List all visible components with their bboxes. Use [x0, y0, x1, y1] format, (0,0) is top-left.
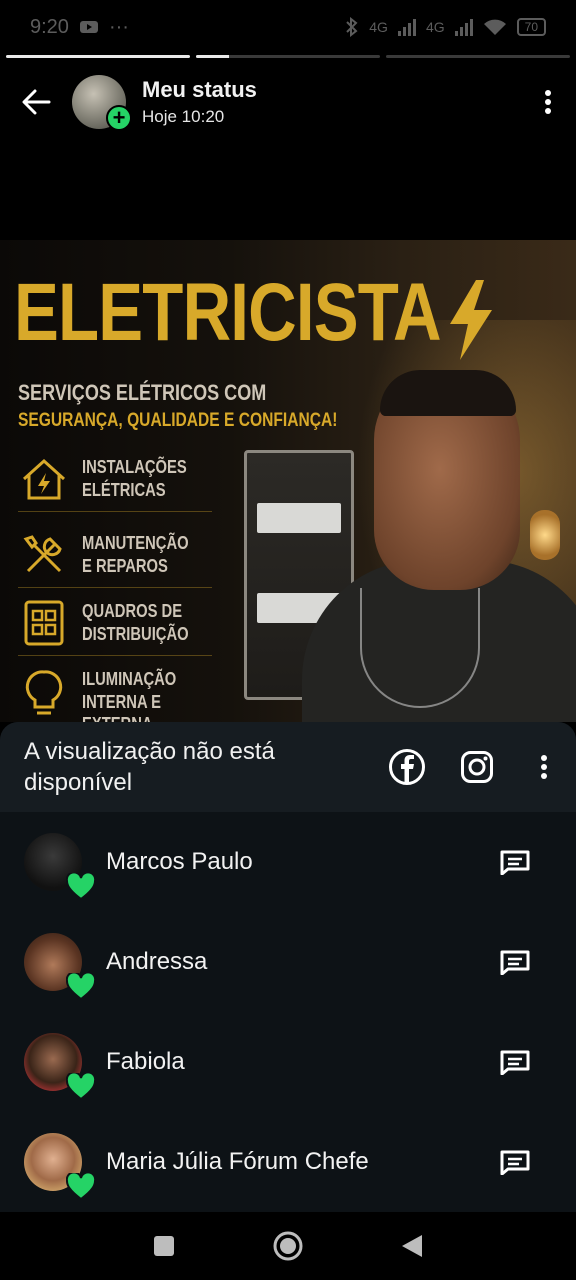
poster-tagline: SEGURANÇA, QUALIDADE E CONFIANÇA! — [18, 410, 338, 431]
navigation-bar — [0, 1212, 576, 1280]
lightning-bolt-icon — [450, 280, 492, 360]
network-type-1: 4G — [369, 19, 388, 35]
more-notifications: ··· — [108, 15, 129, 38]
wifi-icon — [483, 19, 506, 35]
battery-indicator: 70 — [516, 18, 546, 36]
service-item: ILUMINAÇÃOINTERNA EEXTERNA — [18, 664, 212, 722]
viewer-name: Fabiola — [106, 1048, 185, 1075]
youtube-notification-icon — [79, 21, 98, 33]
bluetooth-icon — [346, 17, 358, 37]
service-line: INTERNA E — [82, 691, 162, 712]
signal-icon — [397, 18, 416, 36]
status-header: + Meu status Hoje 10:20 — [0, 70, 576, 134]
person-hair — [380, 370, 516, 416]
tools-icon — [23, 534, 62, 572]
my-avatar[interactable]: + — [72, 75, 132, 131]
green-heart-icon — [66, 1073, 96, 1101]
status-time: Hoje 10:20 — [142, 107, 225, 126]
progress-segment — [386, 55, 570, 58]
back-button[interactable] — [0, 70, 72, 134]
more-vertical-icon — [545, 90, 551, 114]
status-owner: Meu status — [142, 77, 257, 102]
back-nav-button[interactable] — [400, 1233, 424, 1259]
home-button[interactable] — [272, 1230, 304, 1262]
viewer-row[interactable]: Marcos Paulo — [0, 812, 576, 912]
message-icon — [500, 850, 530, 875]
necklace — [360, 588, 480, 708]
story-progress — [6, 55, 570, 58]
progress-segment — [196, 55, 380, 58]
grid-panel-icon — [24, 600, 64, 645]
panel-rail — [257, 503, 341, 533]
service-line: EXTERNA — [82, 713, 176, 722]
green-heart-icon — [66, 873, 96, 901]
more-options-button[interactable] — [520, 70, 576, 134]
lightbulb-icon — [25, 670, 63, 715]
progress-segment — [6, 55, 190, 58]
service-line: QUADROS DE — [82, 601, 183, 621]
service-item: MANUTENÇÃO E REPAROS — [18, 522, 212, 588]
add-status-icon[interactable]: + — [106, 105, 132, 131]
service-line: DISTRIBUIÇÃO — [82, 623, 189, 644]
message-icon — [500, 950, 530, 975]
message-icon — [500, 1150, 530, 1175]
progress-fill — [196, 55, 230, 58]
viewer-row[interactable]: Andressa — [0, 912, 576, 1012]
viewer-name: Marcos Paulo — [106, 848, 253, 875]
message-icon — [500, 1050, 530, 1075]
service-line: ILUMINAÇÃO — [82, 669, 177, 689]
service-item: QUADROS DE DISTRIBUIÇÃO — [18, 590, 212, 656]
network-type-2: 4G — [425, 19, 445, 35]
viewer-row[interactable]: Fabiola — [0, 1012, 576, 1112]
sheet-more-button[interactable] — [512, 737, 576, 797]
instagram-icon — [461, 751, 493, 783]
service-line: E REPAROS — [82, 555, 168, 576]
viewers-sheet: A visualização não está disponível Marco… — [0, 722, 576, 1212]
status-bar: 9:20 ··· 4G 4G 70 — [0, 0, 576, 54]
more-vertical-icon — [541, 755, 547, 779]
viewer-name: Maria Júlia Fórum Chefe — [106, 1148, 369, 1175]
reply-message-button[interactable] — [496, 1043, 534, 1081]
facebook-icon — [389, 749, 425, 785]
green-heart-icon — [66, 1173, 96, 1201]
share-instagram-button[interactable] — [442, 737, 512, 797]
poster-subtitle: SERVIÇOS ELÉTRICOS COM — [18, 380, 267, 405]
viewer-avatar — [24, 1033, 96, 1101]
status-image[interactable]: ELETRICISTA SERVIÇOS ELÉTRICOS COM SEGUR… — [0, 240, 576, 722]
service-line: INSTALAÇÕES — [82, 457, 187, 477]
viewer-avatar — [24, 833, 96, 901]
arrow-left-icon — [22, 89, 51, 115]
clock: 9:20 — [30, 15, 69, 38]
service-line: MANUTENÇÃO — [82, 533, 189, 553]
service-line: ELÉTRICAS — [82, 479, 166, 500]
lamp — [530, 510, 560, 560]
sheet-title: A visualização não está disponível — [24, 737, 275, 796]
recent-apps-button[interactable] — [152, 1234, 176, 1258]
viewer-row[interactable]: Maria Júlia Fórum Chefe — [0, 1112, 576, 1212]
reply-message-button[interactable] — [496, 1143, 534, 1181]
green-heart-icon — [66, 973, 96, 1001]
service-item: INSTALAÇÕES ELÉTRICAS — [18, 446, 212, 512]
progress-fill — [6, 55, 190, 58]
viewer-avatar — [24, 933, 96, 1001]
viewer-name: Andressa — [106, 948, 208, 975]
signal-icon-2 — [454, 18, 473, 36]
poster-title: ELETRICISTA — [14, 267, 442, 358]
reply-message-button[interactable] — [496, 943, 534, 981]
viewer-avatar — [24, 1133, 96, 1201]
house-bolt-icon — [22, 458, 66, 499]
sheet-header: A visualização não está disponível — [0, 722, 576, 812]
share-facebook-button[interactable] — [372, 737, 442, 797]
reply-message-button[interactable] — [496, 843, 534, 881]
